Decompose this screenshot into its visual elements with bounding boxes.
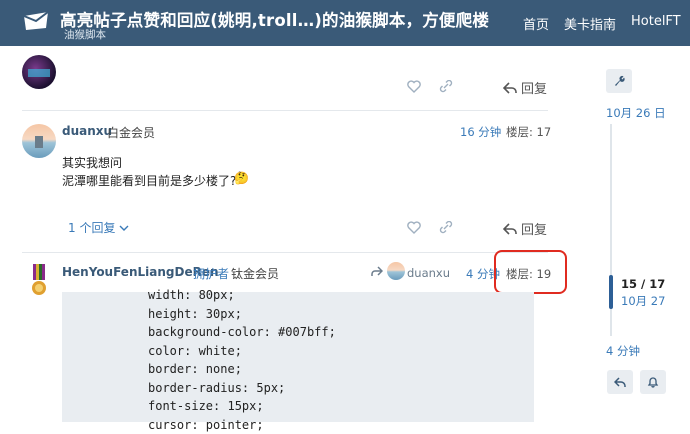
nav-hotelft[interactable]: HotelFT bbox=[631, 14, 681, 29]
thinking-emoji: 🤔 bbox=[234, 171, 249, 185]
code-line: height: 30px; bbox=[148, 305, 534, 324]
reply-arrow-icon bbox=[503, 82, 517, 94]
avatar[interactable] bbox=[22, 55, 56, 89]
timeline-last-post[interactable]: 4 分钟 bbox=[606, 343, 640, 359]
user-title: 白金会员 bbox=[107, 124, 155, 141]
post-floor: 楼层: 17 bbox=[506, 124, 551, 140]
reply-button[interactable]: 回复 bbox=[503, 78, 547, 97]
nav-guide[interactable]: 美卡指南 bbox=[564, 14, 616, 33]
nav-home[interactable]: 首页 bbox=[523, 14, 549, 33]
reply-label: 回复 bbox=[521, 219, 547, 238]
reply-label: 回复 bbox=[521, 78, 547, 97]
like-icon[interactable] bbox=[407, 221, 421, 234]
site-logo-icon[interactable] bbox=[22, 10, 50, 32]
wrench-icon bbox=[613, 75, 625, 87]
code-block: width: 80px; height: 30px; background-co… bbox=[62, 292, 534, 422]
timeline-start-date[interactable]: 10月 26 日 bbox=[606, 105, 666, 121]
timeline-current-date: 10月 27 bbox=[621, 293, 665, 309]
user-title: 钛金会员 bbox=[231, 265, 279, 282]
like-icon[interactable] bbox=[407, 80, 421, 93]
user-role: 拥护者 bbox=[193, 265, 229, 282]
site-header: 高亮帖子点赞和回应(姚明,troll…)的油猴脚本，方便爬楼 油猴脚本 首页 美… bbox=[0, 0, 690, 46]
avatar[interactable] bbox=[22, 124, 56, 158]
replies-count-label: 1 个回复 bbox=[68, 219, 115, 236]
post-time[interactable]: 16 分钟 bbox=[460, 124, 501, 140]
reply-button[interactable]: 回复 bbox=[503, 219, 547, 238]
code-line: width: 80px; bbox=[148, 286, 534, 305]
link-icon[interactable] bbox=[439, 80, 453, 93]
admin-wrench-button[interactable] bbox=[606, 69, 632, 93]
reply-to-avatar[interactable] bbox=[387, 262, 405, 280]
code-line: color: white; bbox=[148, 342, 534, 361]
reply-arrow-icon bbox=[503, 223, 517, 235]
link-icon[interactable] bbox=[439, 221, 453, 234]
medal-avatar-icon[interactable] bbox=[26, 262, 52, 298]
post-text-line: 泥潭哪里能看到目前是多少楼了? bbox=[62, 172, 236, 189]
category-label[interactable]: 油猴脚本 bbox=[64, 27, 106, 42]
code-line: cursor: pointer; bbox=[148, 416, 534, 434]
reply-to-username[interactable]: duanxu bbox=[407, 266, 450, 280]
post-divider bbox=[22, 252, 548, 253]
reply-arrow-icon bbox=[614, 377, 626, 388]
show-replies-button[interactable]: 1 个回复 bbox=[68, 219, 129, 236]
timeline-reply-button[interactable] bbox=[607, 370, 633, 394]
post-text-line: 其实我想问 bbox=[62, 154, 122, 171]
timeline-handle[interactable] bbox=[609, 275, 613, 309]
code-line: border: none; bbox=[148, 360, 534, 379]
reply-to-arrow-icon bbox=[371, 266, 383, 277]
chevron-down-icon bbox=[119, 224, 129, 232]
code-line: border-radius: 5px; bbox=[148, 379, 534, 398]
post-username[interactable]: duanxu bbox=[62, 124, 112, 138]
notification-bell-button[interactable] bbox=[640, 370, 666, 394]
post-divider bbox=[22, 110, 548, 111]
code-line: background-color: #007bff; bbox=[148, 323, 534, 342]
topic-title[interactable]: 高亮帖子点赞和回应(姚明,troll…)的油猴脚本，方便爬楼 bbox=[60, 7, 489, 31]
timeline-position: 15 / 17 bbox=[621, 277, 665, 291]
code-line: font-size: 15px; bbox=[148, 397, 534, 416]
bell-icon bbox=[647, 376, 659, 388]
